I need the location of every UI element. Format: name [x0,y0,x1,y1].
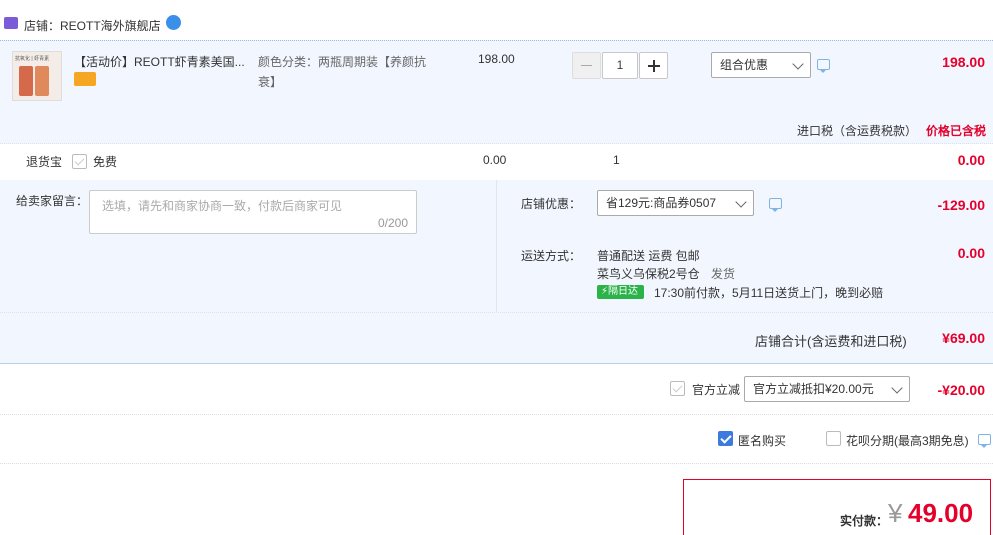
qty-value: 1 [616,58,624,72]
anonymous-label[interactable]: 匿名购买 [738,432,786,449]
promo-select[interactable]: 组合优惠 [711,52,811,78]
message-counter: 0/200 [377,216,408,230]
pay-currency: ¥ [888,498,903,528]
shipping-method: 普通配送 运费 包邮 [597,249,700,263]
shop-header: 店铺：REOTT海外旗舰店 [0,0,993,40]
qty-decrease-button[interactable] [572,52,601,79]
shipping-dispatch: 发货 [711,267,736,281]
shipping-label: 运送方式： [521,249,582,263]
return-insurance-option: 免费 [93,155,118,169]
shop-discount-label: 店铺优惠： [521,197,582,211]
next-day-badge-text: 隔日达 [608,286,639,297]
official-discount-row: 官方立减 官方立减抵扣¥20.00元 -¥20.00 [0,365,993,415]
shop-total-row: 店铺合计(含运费和进口税) ¥69.00 [0,313,993,364]
promo-comment-icon[interactable] [817,59,830,73]
official-discount-label: 官方立减 [692,383,741,397]
qty-input[interactable]: 1 [602,52,638,79]
bolt-icon: ⚡ [601,286,609,297]
chevron-down-icon [891,382,903,394]
sku-line-1: 颜色分类：两瓶周期装【养颜抗 [258,55,427,69]
chevron-down-icon [735,196,747,208]
product-title[interactable]: 【活动价】REOTT虾青素美国... [74,53,245,70]
sku-line-2: 衰】 [258,75,283,89]
official-discount-checkbox[interactable] [670,381,685,396]
message-label: 给卖家留言： [16,194,89,208]
message-placeholder: 选填，请先和商家协商一致，付款后商家可见 [102,199,343,213]
promo-select-value: 组合优惠 [720,58,769,72]
official-discount-value: -¥20.00 [937,382,985,398]
pay-label: 实付款： [840,514,889,528]
shop-total-label: 店铺合计(含运费和进口税) [755,334,907,349]
next-day-badge: ⚡隔日达 [597,285,644,299]
product-thumbnail[interactable]: 抗氧化 | 虾青素 [12,51,62,101]
shipping-fee: 0.00 [957,245,985,261]
return-insurance-row: 退货宝 免费 0.00 1 0.00 [0,144,993,180]
shop-icon [4,17,18,29]
shop-total-value: ¥69.00 [942,330,985,346]
shop-discount-value-text: 省129元:商品券0507 [606,196,717,210]
return-insurance-price: 0.00 [483,153,507,167]
return-insurance-checkbox[interactable] [72,154,87,169]
chat-bubble-icon[interactable] [166,15,181,30]
card-icon [74,72,96,86]
installment-label[interactable]: 花呗分期(最高3期免息) [846,432,969,449]
tax-label: 进口税（含运费税款） [797,124,918,138]
installment-checkbox[interactable] [826,431,841,446]
official-discount-select-text: 官方立减抵扣¥20.00元 [753,382,874,396]
official-discount-select[interactable]: 官方立减抵扣¥20.00元 [744,376,910,402]
payment-summary: 实付款： ¥ 49.00 [683,479,991,535]
tax-value: 价格已含税 [926,124,987,138]
shipping-eta: 17:30前付款，5月11日送货上门，晚到必赔 [654,286,884,300]
anonymous-checkbox[interactable] [718,431,733,446]
pay-amount: 49.00 [908,498,974,528]
options-row: 匿名购买 花呗分期(最高3期免息) [0,415,993,464]
shop-discount-select[interactable]: 省129元:商品券0507 [597,190,754,216]
qty-increase-button[interactable] [639,52,668,79]
shipping-warehouse: 菜鸟义乌保税2号仓 [597,267,700,281]
thumbnail-label: 抗氧化 | 虾青素 [15,56,50,62]
item-row: 抗氧化 | 虾青素 【活动价】REOTT虾青素美国... 颜色分类：两瓶周期装【… [0,40,993,144]
chevron-down-icon [792,58,804,70]
installment-info-icon[interactable] [978,434,991,448]
order-details-block: 给卖家留言： 选填，请先和商家协商一致，付款后商家可见 0/200 店铺优惠： … [0,180,993,313]
return-insurance-qty: 1 [613,153,620,167]
message-input[interactable]: 选填，请先和商家协商一致，付款后商家可见 0/200 [89,190,417,234]
shop-discount-amount: -129.00 [937,197,985,213]
shop-name[interactable]: 店铺：REOTT海外旗舰店 [24,17,161,34]
return-insurance-total: 0.00 [957,152,985,168]
unit-price: 198.00 [478,52,515,66]
return-insurance-label: 退货宝 [26,155,63,169]
discount-comment-icon[interactable] [769,198,782,212]
divider [496,180,497,313]
item-subtotal: 198.00 [942,54,985,70]
